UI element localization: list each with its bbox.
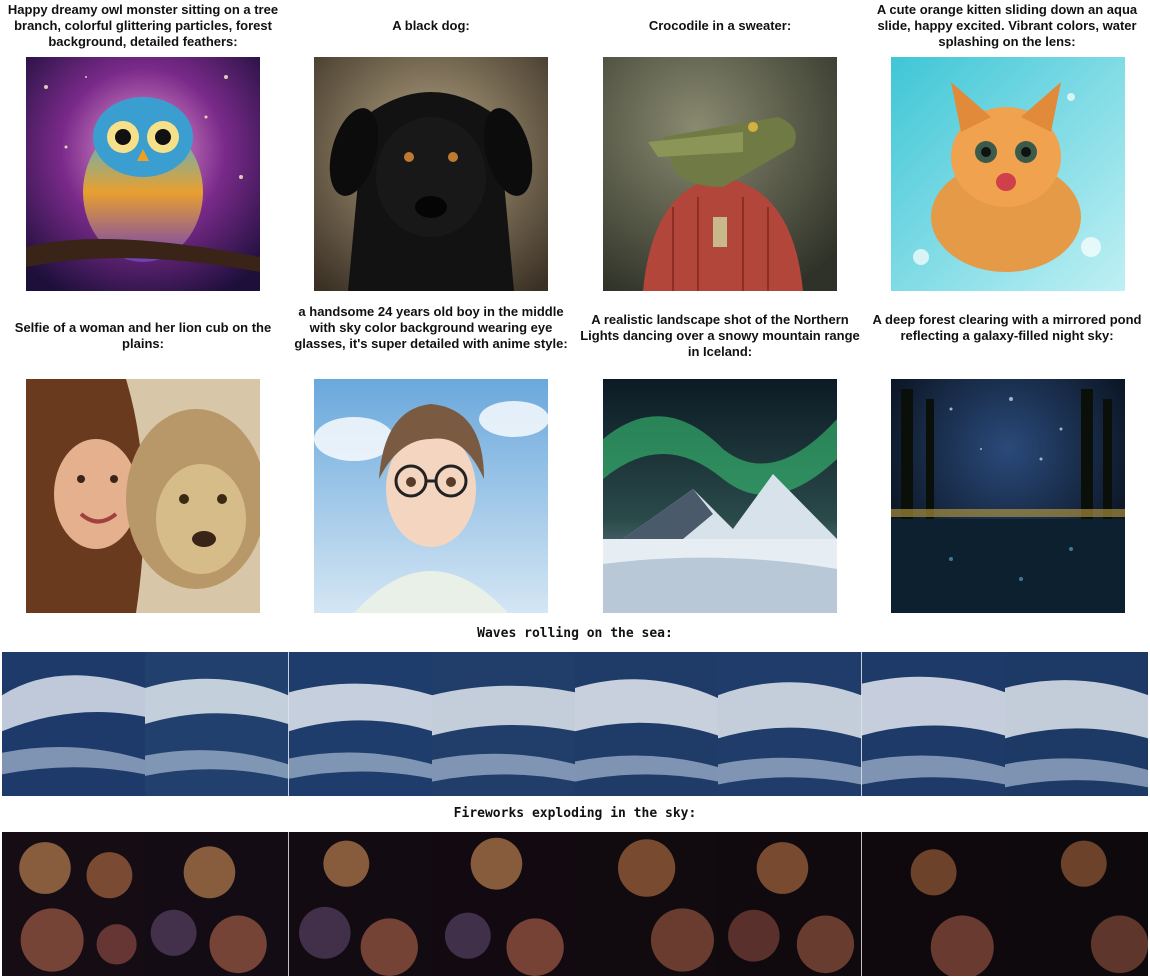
caption-crocodile: Crocodile in a sweater: xyxy=(648,18,792,33)
fireworks-frame xyxy=(861,832,1005,976)
northern-lights-image xyxy=(603,379,837,613)
caption-aurora: A realistic landscape shot of the Northe… xyxy=(580,312,860,359)
caption-lion: Selfie of a woman and her lion cub on th… xyxy=(14,320,272,351)
anime-boy-image xyxy=(314,379,548,613)
fireworks-frame xyxy=(2,832,146,976)
wave-frame xyxy=(288,652,432,796)
fireworks-frame xyxy=(145,832,289,976)
wave-frame xyxy=(575,652,719,796)
wave-frame xyxy=(861,652,1005,796)
forest-pond-image xyxy=(891,379,1125,613)
caption-boy: a handsome 24 years old boy in the middl… xyxy=(294,304,568,351)
caption-kitten: A cute orange kitten sliding down an aqu… xyxy=(876,2,1138,49)
fireworks-frame xyxy=(1004,832,1148,976)
fireworks-frame xyxy=(718,832,862,976)
wave-frame xyxy=(431,652,575,796)
wave-frame xyxy=(1004,652,1148,796)
crocodile-image xyxy=(603,57,837,291)
fireworks-frame xyxy=(431,832,575,976)
caption-owl: Happy dreamy owl monster sitting on a tr… xyxy=(7,2,279,49)
caption-dog: A black dog: xyxy=(392,18,470,33)
fireworks-frame xyxy=(575,832,719,976)
dog-image xyxy=(314,57,548,291)
woman-lion-image xyxy=(26,379,260,613)
owl-image xyxy=(26,57,260,291)
fireworks-frame xyxy=(288,832,432,976)
kitten-image xyxy=(891,57,1125,291)
wave-frame xyxy=(718,652,862,796)
wave-frame xyxy=(145,652,289,796)
waves-strip xyxy=(2,652,1148,796)
wave-frame xyxy=(2,652,146,796)
caption-forest: A deep forest clearing with a mirrored p… xyxy=(872,312,1142,343)
caption-waves: Waves rolling on the sea: xyxy=(477,626,673,641)
caption-fireworks: Fireworks exploding in the sky: xyxy=(453,806,697,821)
fireworks-strip xyxy=(2,832,1148,976)
